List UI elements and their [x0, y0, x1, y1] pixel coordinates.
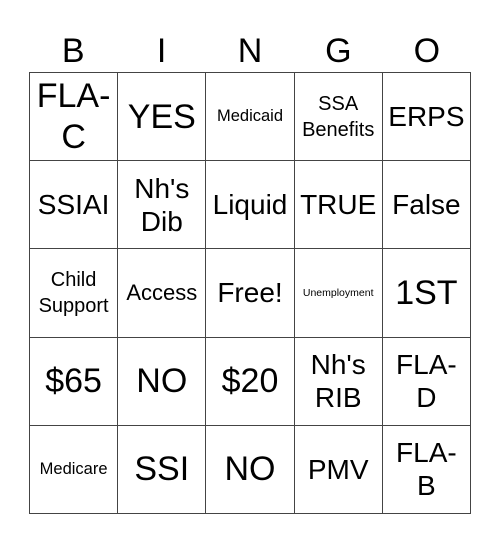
- bingo-cell[interactable]: 1ST: [382, 249, 471, 338]
- bingo-cell[interactable]: $65: [30, 337, 119, 426]
- bingo-cell[interactable]: $20: [206, 337, 295, 426]
- cell-text: Medicare: [39, 459, 108, 478]
- bingo-cell[interactable]: False: [382, 161, 471, 250]
- cell-text: Unemployment: [302, 286, 374, 299]
- bingo-cell[interactable]: FLA- C: [30, 73, 119, 162]
- cell-text: False: [392, 189, 461, 221]
- cell-text: NO: [136, 362, 188, 401]
- header-letter-g: G: [325, 32, 352, 70]
- cell-text: SSIAI: [37, 189, 110, 221]
- cell-text: TRUE: [300, 189, 377, 221]
- cell-text: $65: [45, 362, 102, 401]
- cell-text: ERPS: [388, 101, 465, 133]
- cell-text: FLA- D: [396, 349, 457, 414]
- cell-text: Nh's Dib: [134, 172, 190, 237]
- bingo-cell[interactable]: FLA- B: [382, 425, 471, 514]
- header-letter-n: N: [237, 32, 263, 70]
- bingo-cell[interactable]: Access: [118, 249, 207, 338]
- cell-text: Medicaid: [216, 106, 284, 125]
- cell-text: PMV: [307, 453, 369, 485]
- bingo-cell[interactable]: Nh's RIB: [294, 337, 383, 426]
- bingo-cell[interactable]: Child Support: [30, 249, 119, 338]
- bingo-cell[interactable]: Medicaid: [206, 73, 295, 162]
- header-letter-o: O: [413, 32, 441, 70]
- cell-text: SSA Benefits: [302, 92, 375, 141]
- bingo-cell[interactable]: TRUE: [294, 161, 383, 250]
- bingo-cell[interactable]: PMV: [294, 425, 383, 514]
- bingo-cell[interactable]: Unemployment: [294, 249, 383, 338]
- bingo-cell[interactable]: NO: [206, 425, 295, 514]
- bingo-cell[interactable]: FLA- D: [382, 337, 471, 426]
- bingo-cell[interactable]: Medicare: [30, 425, 119, 514]
- cell-text: 1ST: [395, 273, 458, 312]
- cell-text: Free!: [217, 277, 283, 309]
- bingo-cell[interactable]: NO: [118, 337, 207, 426]
- cell-text: FLA- C: [36, 77, 111, 156]
- cell-text: FLA- B: [396, 437, 457, 502]
- bingo-cell[interactable]: ERPS: [382, 73, 471, 162]
- cell-text: Liquid: [212, 189, 288, 221]
- free-space-cell[interactable]: Free!: [206, 249, 295, 338]
- bingo-cell[interactable]: SSA Benefits: [294, 73, 383, 162]
- bingo-cell[interactable]: SSIAI: [30, 161, 119, 250]
- bingo-card-grid: FLA- C YES Medicaid SSA Benefits ERPS SS…: [29, 72, 471, 514]
- cell-text: SSI: [134, 450, 190, 489]
- cell-text: Access: [126, 280, 198, 306]
- bingo-cell[interactable]: SSI: [118, 425, 207, 514]
- cell-text: Child Support: [38, 268, 109, 317]
- bingo-header: B I N G O: [29, 30, 471, 72]
- bingo-cell[interactable]: YES: [118, 73, 207, 162]
- cell-text: YES: [127, 97, 196, 136]
- header-letter-b: B: [61, 32, 85, 70]
- cell-text: NO: [224, 450, 276, 489]
- cell-text: Nh's RIB: [310, 349, 366, 414]
- header-letter-i: I: [156, 32, 167, 70]
- bingo-cell[interactable]: Nh's Dib: [118, 161, 207, 250]
- bingo-cell[interactable]: Liquid: [206, 161, 295, 250]
- cell-text: $20: [221, 362, 279, 401]
